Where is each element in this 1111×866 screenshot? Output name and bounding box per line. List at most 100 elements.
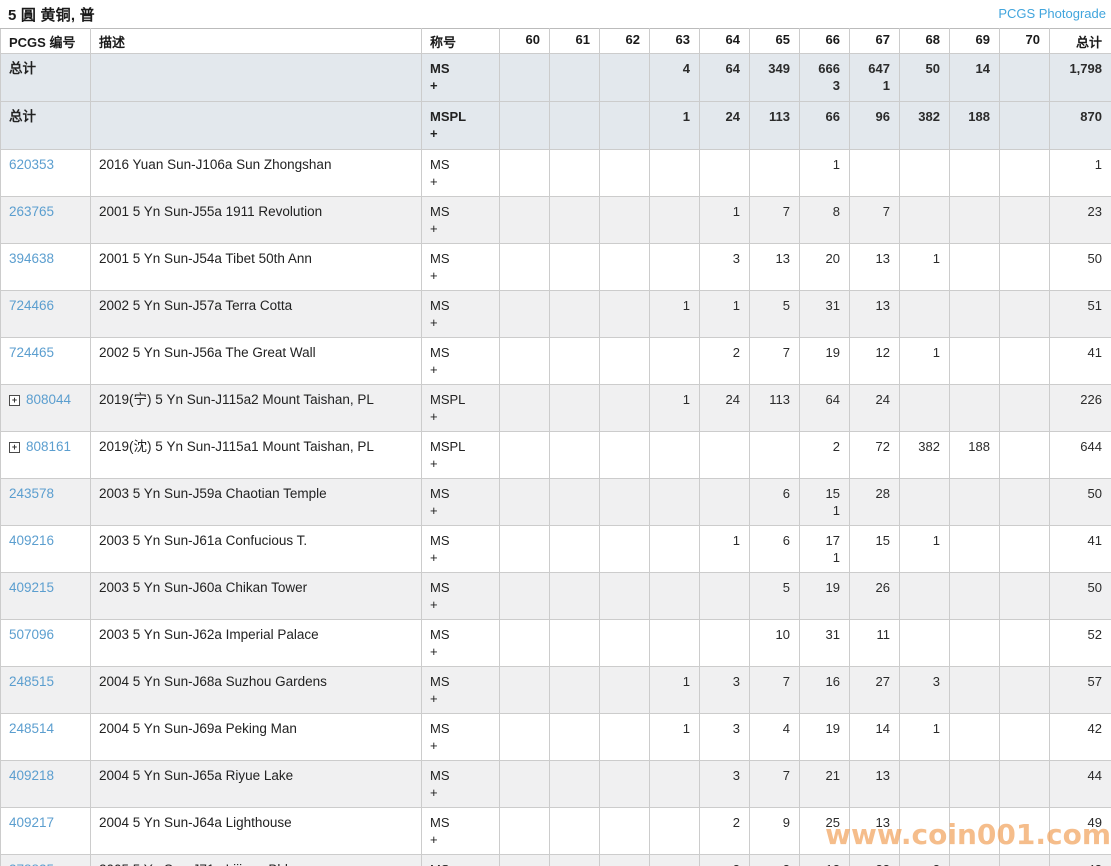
pcgs-number-cell: +808044 (0, 384, 91, 432)
row-total-cell: 23 (1049, 196, 1111, 244)
table-row: 724466 2002 5 Yn Sun-J57a Terra Cotta MS +… (0, 290, 1111, 338)
page-title: 5 圓 黄铜, 普 (8, 7, 95, 24)
pcgs-number-link[interactable]: 378825 (9, 862, 54, 866)
row-total-cell: 870 (1049, 101, 1111, 150)
row-total-cell: 51 (1049, 290, 1111, 338)
grade-65-count-cell: 5 (749, 572, 800, 620)
grade-68-count-cell (899, 572, 950, 620)
grade-65-count-cell: 113 (749, 384, 800, 432)
pcgs-number-link[interactable]: 394638 (9, 251, 54, 266)
pcgs-number-cell: 620353 (0, 149, 91, 197)
grade-66-count-cell: 20 (799, 243, 850, 291)
grade-66-count-cell: 19 (799, 337, 850, 385)
grade-60-count-cell (499, 290, 550, 338)
grade-64-count-cell: 3 (699, 243, 750, 291)
grade-69-count-cell (949, 525, 1000, 573)
grade-67-count-cell: 647 1 (849, 53, 900, 102)
grade-62-count-cell (599, 666, 650, 714)
grade-60-count-cell (499, 760, 550, 808)
grade-70-count-cell (999, 337, 1050, 385)
pcgs-number-link[interactable]: 409216 (9, 533, 54, 548)
grade-70-count-cell (999, 525, 1050, 573)
table-row: 248515 2004 5 Yn Sun-J68a Suzhou Gardens M… (0, 666, 1111, 714)
pcgs-number-link[interactable]: 507096 (9, 627, 54, 642)
grade-61-count-cell (549, 290, 600, 338)
grade-63-count-cell: 4 (649, 53, 700, 102)
grade-61-count-cell (549, 478, 600, 526)
pcgs-number-link[interactable]: 409215 (9, 580, 54, 595)
grade-63-count-cell: 1 (649, 384, 700, 432)
grade-69-count-cell (949, 619, 1000, 667)
grade-68-count-cell: 382 (899, 431, 950, 479)
column-header-description: 描述 (90, 28, 422, 54)
grade-65-count-cell: 6 (749, 525, 800, 573)
grade-62-count-cell (599, 478, 650, 526)
grade-61-count-cell (549, 713, 600, 761)
grade-64-count-cell (699, 149, 750, 197)
grade-62-count-cell (599, 337, 650, 385)
pcgs-photograde-link[interactable]: PCGS Photograde (998, 6, 1106, 21)
pcgs-number-link[interactable]: 724466 (9, 298, 54, 313)
grade-64-count-cell: 3 (699, 713, 750, 761)
description-cell: 2003 5 Yn Sun-J62a Imperial Palace (90, 619, 422, 667)
grade-66-count-cell: 2 (799, 431, 850, 479)
pcgs-number-link[interactable]: 248515 (9, 674, 54, 689)
designation-cell: MS + (421, 53, 500, 102)
grade-60-count-cell (499, 807, 550, 855)
summary-row: 总计 MSPL + 1 24 113 66 96 382 188 870 (0, 101, 1111, 150)
grade-63-count-cell (649, 854, 700, 866)
grade-68-count-cell: 1 (899, 243, 950, 291)
designation-cell: MS + (421, 666, 500, 714)
grade-60-count-cell (499, 666, 550, 714)
grade-69-count-cell (949, 196, 1000, 244)
grade-62-count-cell (599, 525, 650, 573)
designation-cell: MS + (421, 337, 500, 385)
pcgs-number-link[interactable]: 724465 (9, 345, 54, 360)
grade-61-count-cell (549, 101, 600, 150)
grade-60-count-cell (499, 572, 550, 620)
expand-icon[interactable]: + (9, 395, 20, 406)
grade-64-count-cell: 3 (699, 760, 750, 808)
pcgs-number-link[interactable]: 248514 (9, 721, 54, 736)
description-cell: 2016 Yuan Sun-J106a Sun Zhongshan (90, 149, 422, 197)
row-total-cell: 42 (1049, 713, 1111, 761)
grade-61-count-cell (549, 337, 600, 385)
grade-62-count-cell (599, 101, 650, 150)
table-row: 378825 2005 5 Yn Sun-J71a Lijiang Bld.MS … (0, 854, 1111, 866)
pcgs-number-link[interactable]: 243578 (9, 486, 54, 501)
pcgs-number-link[interactable]: 808044 (26, 392, 71, 407)
grade-62-count-cell (599, 619, 650, 667)
grade-63-count-cell (649, 478, 700, 526)
grade-69-count-cell: 188 (949, 431, 1000, 479)
grade-61-count-cell (549, 619, 600, 667)
grade-62-count-cell (599, 713, 650, 761)
pcgs-number-link[interactable]: 409218 (9, 768, 54, 783)
grade-64-count-cell: 24 (699, 384, 750, 432)
column-header-designation: 称号 (421, 28, 500, 54)
grade-70-count-cell (999, 854, 1050, 866)
grade-64-count-cell: 2 (699, 807, 750, 855)
pcgs-number-link[interactable]: 263765 (9, 204, 54, 219)
grade-69-count-cell (949, 478, 1000, 526)
grade-67-count-cell: 13 (849, 760, 900, 808)
grade-61-count-cell (549, 666, 600, 714)
grade-69-count-cell (949, 713, 1000, 761)
grade-65-count-cell: 7 (749, 666, 800, 714)
grade-60-count-cell (499, 243, 550, 291)
pcgs-number-cell: 263765 (0, 196, 91, 244)
column-header-grade-66: 66 (799, 28, 850, 54)
designation-cell: MS + (421, 243, 500, 291)
pcgs-number-link[interactable]: 808161 (26, 439, 71, 454)
grade-62-count-cell (599, 290, 650, 338)
pcgs-number-link[interactable]: 620353 (9, 157, 54, 172)
pcgs-number-link[interactable]: 409217 (9, 815, 54, 830)
row-total-cell: 50 (1049, 478, 1111, 526)
expand-icon[interactable]: + (9, 442, 20, 453)
grade-69-count-cell (949, 243, 1000, 291)
column-header-grade-62: 62 (599, 28, 650, 54)
grade-67-count-cell: 7 (849, 196, 900, 244)
grade-65-count-cell: 7 (749, 196, 800, 244)
grade-70-count-cell (999, 760, 1050, 808)
grade-70-count-cell (999, 478, 1050, 526)
row-total-cell: 41 (1049, 525, 1111, 573)
